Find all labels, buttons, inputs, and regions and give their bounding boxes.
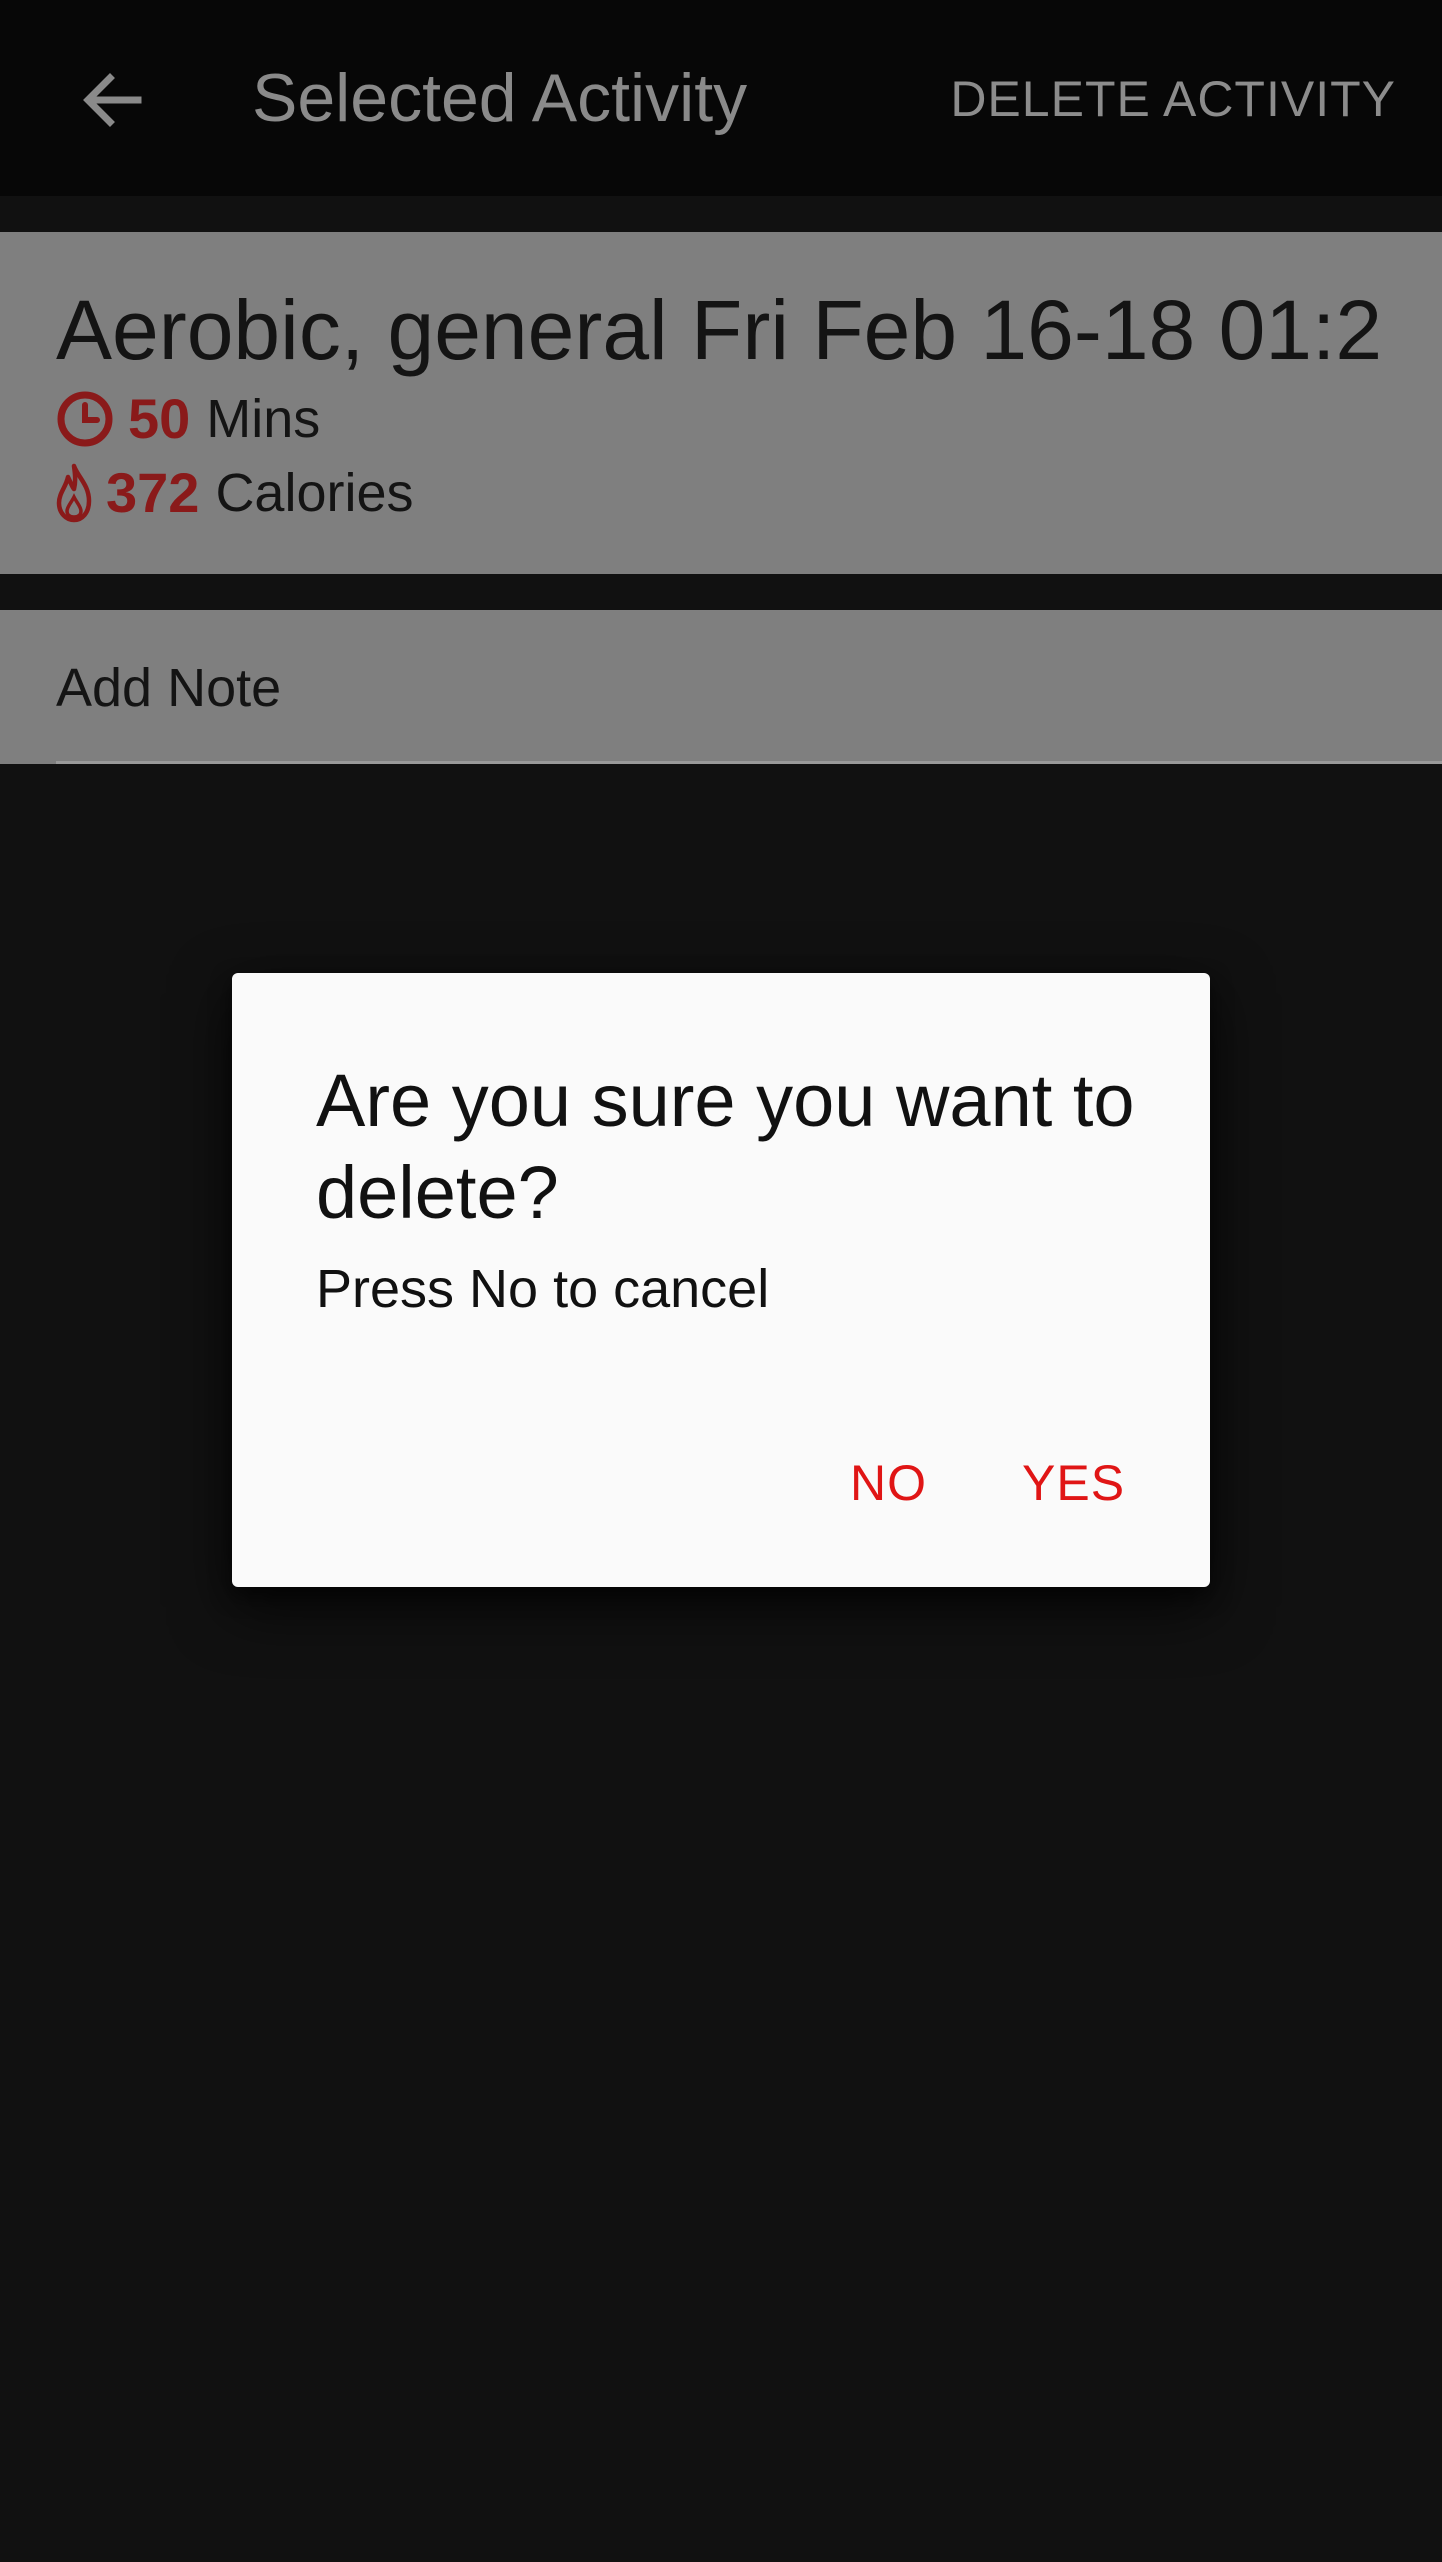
duration-unit: Mins [206,389,321,449]
yes-button[interactable]: YES [1022,1453,1125,1513]
activity-title: Aerobic, general Fri Feb 16-18 01:2 [56,283,1383,377]
calories-row: 372 Calories [56,458,414,528]
duration-value: 50 [128,387,191,450]
back-button[interactable] [62,50,162,150]
duration-row: 50 Mins [56,384,320,454]
top-app-bar: Selected Activity DELETE ACTIVITY [0,0,1442,196]
no-button[interactable]: NO [850,1453,927,1513]
delete-activity-button[interactable]: DELETE ACTIVITY [950,70,1396,128]
calories-value: 372 [106,461,200,524]
flame-icon [56,463,92,523]
note-underline [56,761,1442,764]
clock-icon [56,390,114,448]
arrow-left-icon [83,73,142,127]
add-note-field[interactable]: Add Note [0,610,1442,764]
page-title: Selected Activity [252,60,748,136]
calories-unit: Calories [215,463,414,523]
dialog-title: Are you sure you want to delete? [316,1059,1135,1234]
app-screen: Selected Activity DELETE ACTIVITY Aerobi… [0,0,1442,2562]
delete-confirm-dialog: Are you sure you want to delete? Press N… [232,973,1210,1587]
dialog-message: Press No to cancel [316,1259,770,1319]
add-note-label: Add Note [56,658,282,718]
activity-card[interactable]: Aerobic, general Fri Feb 16-18 01:2 50 M… [0,232,1442,574]
